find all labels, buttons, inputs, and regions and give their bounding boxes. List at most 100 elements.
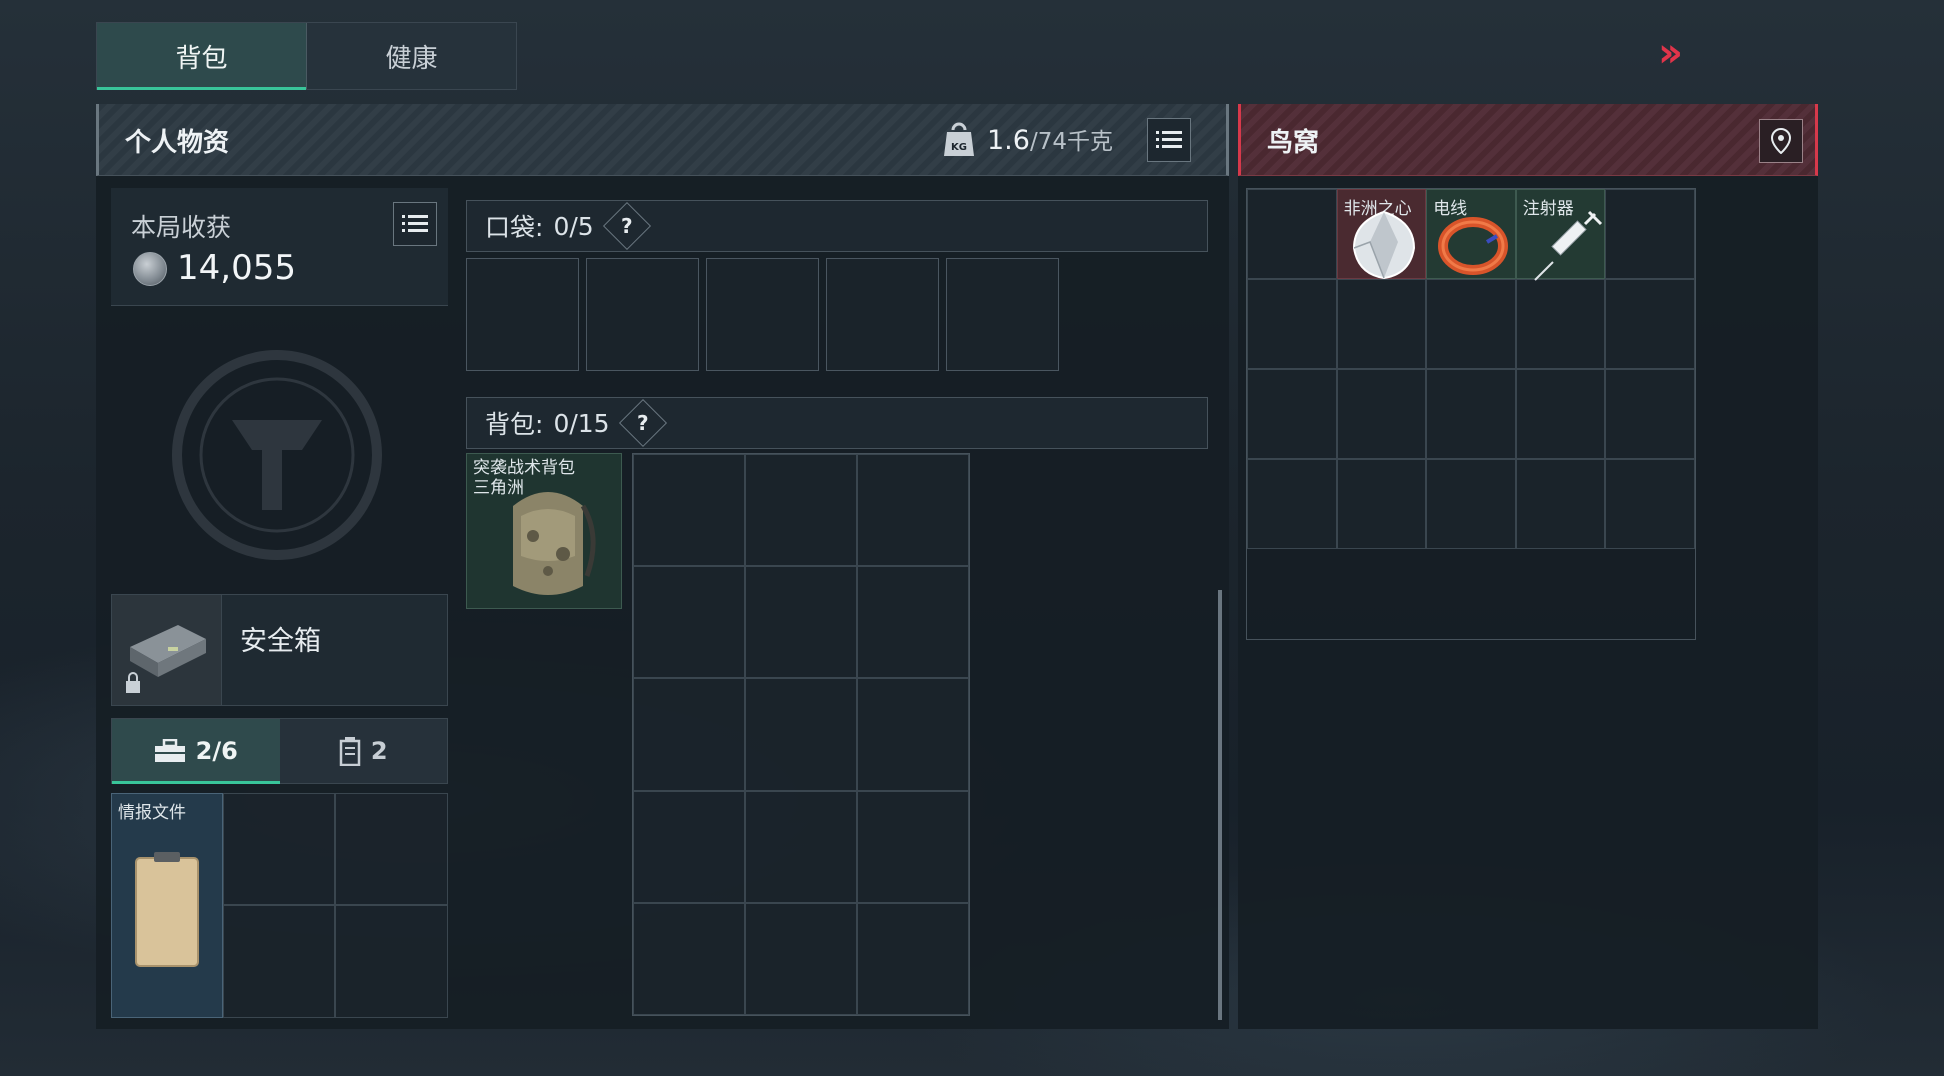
backpack-slot[interactable] <box>633 566 745 679</box>
loot-title: 鸟窝 <box>1267 128 1320 158</box>
backpack-slot[interactable] <box>857 566 969 679</box>
pocket-slot[interactable] <box>826 258 939 371</box>
pouch-slot[interactable] <box>335 793 448 905</box>
safe-box-slot[interactable]: 安全箱 <box>111 594 448 706</box>
weight-current: 1.6 <box>987 125 1030 156</box>
list-icon <box>1156 131 1182 148</box>
pocket-slot[interactable] <box>706 258 819 371</box>
backpack-grid <box>632 453 970 1016</box>
container-tabs: 2/6 2 <box>111 718 448 784</box>
item-intel-document[interactable]: 情报文件 <box>111 793 223 1018</box>
pockets-header: 口袋: 0/5 ? <box>466 200 1208 252</box>
help-icon: ? <box>636 410 649 435</box>
safe-box-icon <box>126 625 206 693</box>
backpack-header: 背包: 0/15 ? <box>466 397 1208 449</box>
backpack-slot[interactable] <box>745 566 857 679</box>
backpack-slot[interactable] <box>745 902 857 1015</box>
backpack-slot[interactable] <box>745 454 857 567</box>
location-pin-button[interactable] <box>1759 119 1803 163</box>
loot-slot[interactable] <box>1605 189 1695 279</box>
pockets-count: 0/5 <box>553 211 594 241</box>
faction-emblem-icon <box>172 350 382 560</box>
weight-capacity: /74千克 <box>1029 129 1113 155</box>
backpack-slot[interactable] <box>857 678 969 791</box>
tab-canister[interactable]: 2 <box>280 719 448 783</box>
loot-slot[interactable] <box>1426 459 1516 549</box>
session-income: 本局收获 14,055 <box>111 188 448 306</box>
personal-title: 个人物资 <box>125 128 230 158</box>
pockets-grid <box>466 258 1060 371</box>
item-name: 突袭战术背包 三角洲 <box>473 458 575 498</box>
pouch-slot[interactable] <box>223 793 335 905</box>
backpack-slot[interactable] <box>633 454 745 567</box>
pouch-count: 2/6 <box>195 737 238 765</box>
pouch-slot[interactable] <box>335 905 448 1018</box>
help-icon: ? <box>620 213 633 238</box>
loot-slot[interactable] <box>1605 369 1695 459</box>
canister-count: 2 <box>370 737 388 765</box>
loot-slot[interactable] <box>1605 459 1695 549</box>
pocket-slot[interactable] <box>946 258 1059 371</box>
income-details-button[interactable] <box>393 202 437 246</box>
wire-coil-icon <box>1438 217 1509 275</box>
loot-slot[interactable] <box>1515 279 1606 369</box>
pouch-slot[interactable] <box>223 905 335 1018</box>
loot-item-syringe[interactable]: 注射器 <box>1515 189 1606 281</box>
backpack-help-button[interactable]: ? <box>618 398 667 448</box>
main-tabs: 背包 健康 <box>96 22 517 90</box>
safe-box-item[interactable] <box>112 595 222 705</box>
pocket-slot[interactable] <box>586 258 699 371</box>
location-pin-icon <box>1770 128 1792 154</box>
loot-slot[interactable] <box>1247 189 1337 279</box>
loot-slot[interactable] <box>1426 279 1516 369</box>
pockets-help-button[interactable]: ? <box>602 201 651 251</box>
income-label: 本局收获 <box>131 213 232 242</box>
loot-slot[interactable] <box>1426 369 1516 459</box>
income-value: 14,055 <box>177 248 296 288</box>
backpack-slot[interactable] <box>745 678 857 791</box>
diamond-icon <box>1352 210 1415 280</box>
coin-icon <box>133 252 167 286</box>
inventory-scrollbar[interactable] <box>1218 590 1222 1020</box>
loot-slot[interactable] <box>1247 279 1337 369</box>
sort-list-button[interactable] <box>1147 118 1191 162</box>
tab-pouch[interactable]: 2/6 <box>112 719 280 784</box>
tab-backpack[interactable]: 背包 <box>97 23 307 90</box>
svg-text:KG: KG <box>951 142 967 153</box>
backpack-slot[interactable] <box>857 454 969 567</box>
loot-slot[interactable] <box>1247 459 1337 549</box>
loot-slot[interactable] <box>1336 279 1427 369</box>
pocket-slot[interactable] <box>466 258 579 371</box>
personal-header: 个人物资 KG 1.6/74千克 <box>96 104 1229 176</box>
backpack-count: 0/15 <box>553 408 610 438</box>
pockets-label: 口袋: <box>485 213 544 242</box>
backpack-slot[interactable] <box>857 902 969 1015</box>
loot-item-heart-of-africa[interactable]: 非洲之心 <box>1336 189 1427 280</box>
loot-grid: 非洲之心 电线 注射器 <box>1246 188 1696 640</box>
backpack-slot[interactable] <box>633 790 745 903</box>
pouch-grid: 情报文件 <box>111 793 448 1018</box>
collapse-arrows-icon[interactable]: ›› <box>1658 30 1683 76</box>
loot-slot[interactable] <box>1336 369 1427 459</box>
loot-slot[interactable] <box>1247 369 1337 459</box>
loot-slot[interactable] <box>1605 279 1695 369</box>
tab-health[interactable]: 健康 <box>307 23 516 89</box>
syringe-icon <box>1534 210 1602 281</box>
safe-box-label: 安全箱 <box>240 626 321 657</box>
list-icon <box>402 215 428 232</box>
loot-slot[interactable] <box>1336 459 1427 549</box>
backpack-slot[interactable] <box>857 790 969 903</box>
equipped-backpack[interactable]: 突袭战术背包 三角洲 <box>466 453 622 609</box>
loot-header: 鸟窝 <box>1238 104 1818 176</box>
backpack-slot[interactable] <box>633 902 745 1015</box>
loot-slot[interactable] <box>1515 369 1606 459</box>
backpack-slot[interactable] <box>633 678 745 791</box>
canister-icon <box>339 737 361 766</box>
loot-slot[interactable] <box>1515 459 1606 549</box>
item-name: 情报文件 <box>118 803 186 823</box>
loot-item-wire[interactable]: 电线 <box>1426 189 1516 279</box>
weight-readout: 1.6/74千克 <box>987 122 1113 156</box>
backpack-slot[interactable] <box>745 790 857 903</box>
backpack-label: 背包: <box>485 410 544 439</box>
weight-icon: KG <box>944 122 974 156</box>
